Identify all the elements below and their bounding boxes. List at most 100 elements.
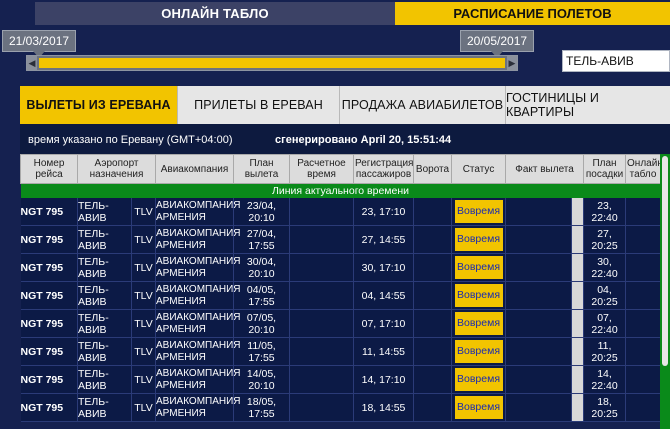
plan-landing-time: 20:25	[591, 351, 618, 364]
estimated-time	[289, 281, 355, 310]
table-row[interactable]: NGT 795 ТЕЛЬ-АВИВ TLV АВИАКОМПАНИЯ АРМЕНИЯ 0…	[20, 281, 662, 310]
tab-flight-schedule[interactable]: РАСПИСАНИЕ ПОЛЕТОВ	[395, 2, 670, 25]
tab-departures[interactable]: ВЫЛЕТЫ ИЗ ЕРЕВАНА	[20, 86, 178, 124]
table-row[interactable]: NGT 795 ТЕЛЬ-АВИВ TLV АВИАКОМПАНИЯ АРМЕНИЯ 3…	[20, 253, 662, 282]
airport-code: TLV	[131, 309, 157, 338]
plan-departure-date: 11/05,	[247, 339, 276, 352]
estimated-time	[289, 365, 355, 394]
plan-landing: 23, 22:40	[583, 198, 627, 226]
plan-landing: 07, 22:40	[583, 309, 627, 338]
plan-departure: 27/04, 17:55	[233, 225, 291, 254]
gate	[413, 337, 453, 366]
plan-departure-date: 04/05,	[246, 283, 277, 296]
status-badge: Вовремя	[454, 396, 503, 419]
plan-landing-date: 14,	[597, 367, 612, 380]
plan-landing-time: 22:40	[591, 323, 618, 336]
destination-city: ТЕЛЬ-АВИВ	[77, 281, 132, 310]
destination-city: ТЕЛЬ-АВИВ	[77, 198, 132, 226]
gate	[413, 365, 453, 394]
flight-number[interactable]: NGT 795	[20, 337, 78, 366]
airport-code: TLV	[131, 365, 157, 394]
actual-departure	[505, 198, 573, 226]
plan-departure-time: 17:55	[248, 351, 275, 364]
destination-city: ТЕЛЬ-АВИВ	[77, 393, 132, 422]
table-row[interactable]: NGT 795 ТЕЛЬ-АВИВ TLV АВИАКОМПАНИЯ АРМЕНИЯ 2…	[20, 225, 662, 254]
airline-name: АВИАКОМПАНИЯ АРМЕНИЯ	[155, 309, 241, 338]
airline-name: АВИАКОМПАНИЯ АРМЕНИЯ	[155, 253, 241, 282]
table-row[interactable]: NGT 795 ТЕЛЬ-АВИВ TLV АВИАКОМПАНИЯ АРМЕНИЯ 0…	[20, 309, 662, 338]
col-actual-departure: Факт вылета	[505, 154, 585, 184]
flight-number[interactable]: NGT 795	[20, 365, 78, 394]
status-cell: Вовремя	[451, 225, 507, 254]
online-board-cell	[625, 309, 662, 338]
plan-landing-time: 22:40	[591, 267, 618, 280]
status-cell: Вовремя	[451, 337, 507, 366]
table-row[interactable]: NGT 795 ТЕЛЬ-АВИВ TLV АВИАКОМПАНИЯ АРМЕНИЯ 1…	[20, 393, 662, 422]
range-end-date: 20/05/2017	[460, 30, 535, 58]
registration-time: 11, 14:55	[353, 337, 415, 366]
table-row[interactable]: NGT 795 ТЕЛЬ-АВИВ TLV АВИАКОМПАНИЯ АРМЕНИЯ 2…	[20, 198, 662, 226]
flight-number[interactable]: NGT 795	[20, 281, 78, 310]
plan-landing: 18, 20:25	[583, 393, 627, 422]
table-row[interactable]: NGT 795 ТЕЛЬ-АВИВ TLV АВИАКОМПАНИЯ АРМЕНИЯ 1…	[20, 337, 662, 366]
plan-landing-date: 04,	[597, 283, 612, 296]
tab-hotels[interactable]: ГОСТИНИЦЫ И КВАРТИРЫ	[506, 86, 670, 124]
status-cell: Вовремя	[451, 253, 507, 282]
col-plan-landing: План посадки	[583, 154, 627, 184]
plan-departure-date: 23/04,	[246, 199, 277, 212]
status-badge: Вовремя	[454, 340, 503, 363]
date-range-slider[interactable]: ◀ ▶	[26, 55, 518, 71]
actual-departure-marker	[571, 365, 585, 394]
table-row[interactable]: NGT 795 ТЕЛЬ-АВИВ TLV АВИАКОМПАНИЯ АРМЕНИЯ 1…	[20, 365, 662, 394]
flight-number[interactable]: NGT 795	[20, 198, 78, 226]
estimated-time	[289, 337, 355, 366]
plan-departure-date: 07/05,	[246, 311, 277, 324]
plan-departure-date: 27/04,	[246, 227, 277, 240]
online-board-cell	[625, 365, 662, 394]
registration-time: 18, 14:55	[353, 393, 415, 422]
destination-city: ТЕЛЬ-АВИВ	[77, 337, 132, 366]
col-online-board: Онлайн табло	[625, 154, 663, 184]
actual-departure	[505, 393, 573, 422]
col-airline: Авиакомпания	[155, 154, 235, 184]
actual-departure-marker	[571, 309, 585, 338]
tab-ticket-sales[interactable]: ПРОДАЖА АВИАБИЛЕТОВ	[340, 86, 506, 124]
actual-departure-marker	[571, 337, 585, 366]
online-board-cell	[625, 225, 662, 254]
plan-departure-time: 17:55	[248, 407, 275, 420]
slider-handle-right-icon[interactable]: ▶	[507, 56, 517, 70]
current-time-line: Линия актуального времени	[20, 183, 661, 198]
col-gate: Ворота	[413, 154, 453, 184]
flight-number[interactable]: NGT 795	[20, 253, 78, 282]
actual-departure-marker	[571, 393, 585, 422]
actual-departure-marker	[571, 198, 585, 226]
flight-number[interactable]: NGT 795	[20, 393, 78, 422]
status-badge: Вовремя	[454, 200, 503, 223]
tab-arrivals[interactable]: ПРИЛЕТЫ В ЕРЕВАН	[178, 86, 340, 124]
gate	[413, 309, 453, 338]
plan-landing-time: 22:40	[591, 379, 618, 392]
airport-code: TLV	[131, 393, 157, 422]
scrollbar-thumb[interactable]	[662, 156, 668, 366]
airline-name: АВИАКОМПАНИЯ АРМЕНИЯ	[155, 281, 241, 310]
actual-departure-marker	[571, 281, 585, 310]
plan-landing: 14, 22:40	[583, 365, 627, 394]
destination-city: ТЕЛЬ-АВИВ	[77, 225, 132, 254]
plan-departure: 23/04, 20:10	[233, 198, 291, 226]
plan-departure-time: 20:10	[248, 323, 275, 336]
destination-select[interactable]: ТЕЛЬ-АВИВ	[562, 50, 670, 72]
gate	[413, 253, 453, 282]
tab-online-board[interactable]: ОНЛАЙН ТАБЛО	[35, 2, 395, 25]
flight-number[interactable]: NGT 795	[20, 225, 78, 254]
status-badge: Вовремя	[454, 284, 503, 307]
plan-departure-time: 17:55	[248, 239, 275, 252]
airline-name: АВИАКОМПАНИЯ АРМЕНИЯ	[155, 365, 241, 394]
estimated-time	[289, 225, 355, 254]
plan-departure-time: 17:55	[248, 295, 275, 308]
slider-handle-left-icon[interactable]: ◀	[27, 56, 37, 70]
status-cell: Вовремя	[451, 365, 507, 394]
plan-landing-date: 30,	[597, 255, 612, 268]
plan-landing-time: 20:25	[591, 239, 618, 252]
gate	[413, 198, 453, 226]
flight-number[interactable]: NGT 795	[20, 309, 78, 338]
